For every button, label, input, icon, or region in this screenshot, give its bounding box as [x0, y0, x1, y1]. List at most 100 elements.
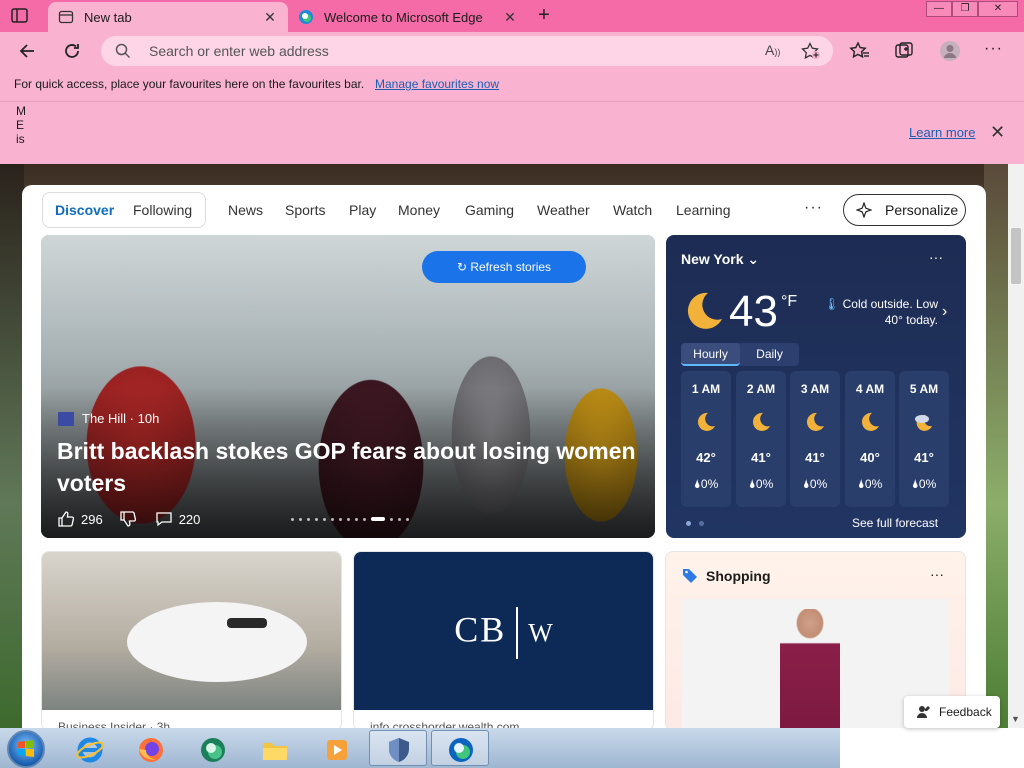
page-scrollbar[interactable]: ▼	[1008, 164, 1024, 728]
nav-weather[interactable]: Weather	[537, 202, 590, 218]
feedback-icon	[916, 704, 932, 720]
like-icon[interactable]	[57, 510, 75, 528]
tab-hourly[interactable]: Hourly	[681, 343, 740, 366]
story-headline[interactable]: Britt backlash stokes GOP fears about lo…	[57, 435, 637, 499]
taskbar-edge-beta[interactable]	[183, 730, 241, 766]
cbw-logo: CB W	[354, 607, 653, 659]
learn-more-link[interactable]: Learn more	[909, 125, 975, 140]
hourly-forecast-item[interactable]: 5 AM 41° 🌢︎0%	[899, 371, 949, 507]
hourly-forecast-item[interactable]: 2 AM 41° 🌢︎0%	[736, 371, 786, 507]
nav-more-icon[interactable]: ···	[804, 199, 823, 217]
banner-close-icon[interactable]: ✕	[990, 122, 1005, 143]
shopping-more-icon[interactable]: ···	[930, 566, 944, 582]
favourites-bar: For quick access, place your favourites …	[0, 70, 1024, 102]
minimize-button[interactable]: —	[926, 1, 952, 17]
toolbar: Search or enter web address A)) ···	[0, 32, 1024, 70]
nav-discover[interactable]: Discover	[55, 202, 114, 218]
edge-icon	[449, 738, 473, 762]
nav-sports[interactable]: Sports	[285, 202, 325, 218]
folder-icon	[263, 743, 287, 760]
profile-avatar[interactable]	[939, 40, 961, 62]
precipitation: 🌢︎0%	[911, 477, 937, 491]
new-tab-button[interactable]: +	[533, 5, 555, 27]
precipitation: 🌢︎0%	[802, 477, 828, 491]
favourites-icon[interactable]	[849, 40, 871, 62]
story-card[interactable]: Business Insider · 3h	[41, 551, 342, 728]
close-button[interactable]: ✕	[978, 1, 1018, 17]
new-tab-page: Discover Following News Sports Play Mone…	[0, 164, 1008, 728]
precipitation: 🌢︎0%	[748, 477, 774, 491]
refresh-icon: ↻	[456, 260, 471, 274]
ad-card[interactable]: CB W info.crosshorder.wealth.com	[353, 551, 654, 728]
hero-story[interactable]: ↻ Refresh stories The Hill · 10h Britt b…	[41, 235, 655, 538]
weather-description: 🌡︎ Cold outside. Low 40° today.	[824, 297, 938, 327]
scrollbar-thumb[interactable]	[1011, 228, 1021, 284]
weather-location[interactable]: New York ⌄	[681, 251, 759, 268]
refresh-icon[interactable]	[61, 40, 83, 62]
nav-money[interactable]: Money	[398, 202, 440, 218]
comment-icon[interactable]	[155, 510, 173, 528]
nav-learning[interactable]: Learning	[676, 202, 731, 218]
moon-icon	[750, 411, 772, 433]
edge-icon	[298, 9, 314, 25]
start-button[interactable]	[7, 730, 45, 768]
back-icon[interactable]	[17, 40, 39, 62]
tab-actions-icon[interactable]	[10, 7, 30, 25]
chevron-right-icon[interactable]: ›	[942, 303, 947, 321]
restore-button[interactable]: ❐	[952, 1, 978, 17]
feedback-button[interactable]: Feedback	[904, 696, 1000, 728]
nav-gaming[interactable]: Gaming	[465, 202, 514, 218]
ad-source: info.crosshorder.wealth.com	[370, 720, 520, 728]
background-image	[984, 164, 1008, 728]
taskbar-media-player[interactable]	[307, 730, 365, 766]
weather-more-icon[interactable]: ···	[929, 249, 943, 265]
tab-close-icon[interactable]: ✕	[502, 9, 518, 26]
raindrop-icon: 🌢︎	[857, 477, 865, 491]
carousel-pager[interactable]	[291, 517, 409, 521]
nav-watch[interactable]: Watch	[613, 202, 652, 218]
taskbar-edge[interactable]	[431, 730, 489, 766]
moon-icon	[682, 289, 726, 333]
tab-close-icon[interactable]: ✕	[262, 9, 278, 26]
chevron-down-icon: ⌄	[747, 251, 760, 267]
weather-pager[interactable]	[686, 521, 704, 526]
hourly-forecast-item[interactable]: 3 AM 41° 🌢︎0%	[790, 371, 840, 507]
taskbar-firefox[interactable]	[121, 730, 179, 766]
refresh-stories-button[interactable]: ↻ Refresh stories	[422, 251, 586, 283]
edge-beta-icon	[201, 738, 225, 762]
tab-welcome-edge[interactable]: Welcome to Microsoft Edge ✕	[288, 2, 528, 32]
settings-more-icon[interactable]: ···	[984, 40, 1006, 62]
address-input[interactable]: Search or enter web address	[149, 43, 329, 59]
shield-icon	[389, 738, 409, 762]
scroll-down-icon[interactable]: ▼	[1011, 714, 1020, 724]
temperature-unit[interactable]: °F	[781, 293, 797, 311]
hourly-forecast-item[interactable]: 1 AM 42° 🌢︎0%	[681, 371, 731, 507]
tab-label: Welcome to Microsoft Edge	[324, 9, 483, 25]
media-player-icon	[327, 740, 347, 760]
collections-icon[interactable]	[893, 40, 915, 62]
address-bar[interactable]: Search or enter web address A))	[101, 36, 833, 66]
tab-new-tab[interactable]: New tab ✕	[48, 2, 288, 32]
favourites-message: For quick access, place your favourites …	[14, 77, 365, 91]
taskbar-internet-explorer[interactable]	[60, 730, 118, 766]
hourly-forecast-item[interactable]: 4 AM 40° 🌢︎0%	[845, 371, 895, 507]
nav-play[interactable]: Play	[349, 202, 376, 218]
nav-following[interactable]: Following	[133, 202, 192, 218]
dislike-icon[interactable]	[119, 510, 137, 528]
manage-favourites-link[interactable]: Manage favourites now	[375, 77, 499, 91]
story-source: The Hill · 10h	[58, 411, 159, 426]
personalize-button[interactable]: Personalize	[843, 194, 966, 226]
read-aloud-icon[interactable]: A))	[765, 42, 785, 60]
story-reactions: 296 220	[57, 510, 200, 528]
add-favourite-icon[interactable]	[801, 42, 821, 60]
nav-news[interactable]: News	[228, 202, 263, 218]
tab-label: New tab	[84, 9, 132, 25]
banner-truncated-text: M Eis	[16, 104, 26, 146]
moon-icon	[695, 411, 717, 433]
taskbar-security-app[interactable]	[369, 730, 427, 766]
taskbar-file-explorer[interactable]	[245, 730, 303, 766]
partly-cloudy-night-icon	[913, 411, 935, 433]
tab-daily[interactable]: Daily	[740, 343, 799, 366]
personalize-label: Personalize	[885, 202, 959, 218]
see-full-forecast-link[interactable]: See full forecast	[852, 516, 938, 530]
